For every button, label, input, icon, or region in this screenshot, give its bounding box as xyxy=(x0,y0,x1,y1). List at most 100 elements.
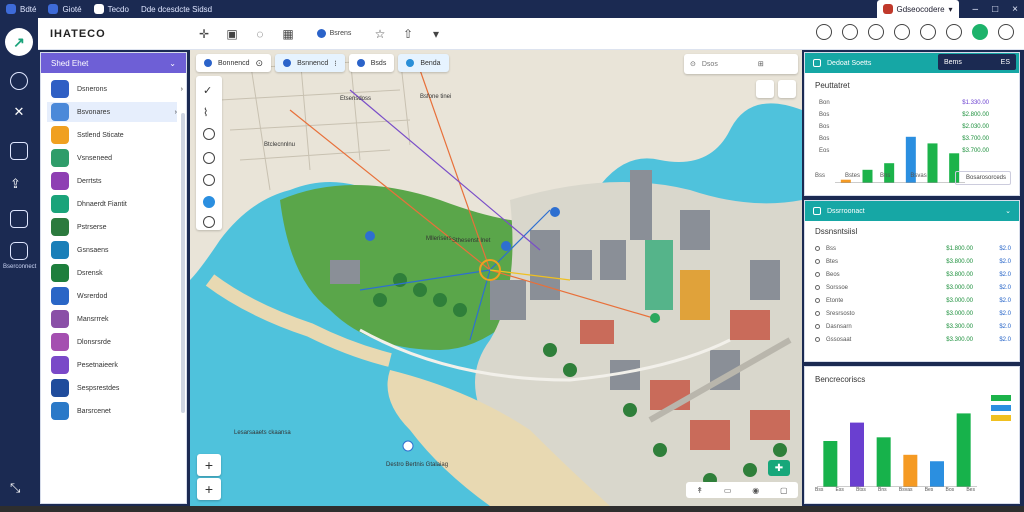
crosshair-icon[interactable]: ✛ xyxy=(195,25,213,43)
sidebar-item[interactable]: Sstlend Sticate› xyxy=(51,125,183,145)
document-icon[interactable] xyxy=(10,142,28,160)
account-icon[interactable] xyxy=(998,24,1014,40)
detail-key: Gssosaat xyxy=(826,336,852,343)
route-icon[interactable]: ⇪ xyxy=(10,176,28,194)
os-tab-2[interactable]: Gioté xyxy=(42,0,87,18)
map-label: Destro Bertnis Gtalaiag xyxy=(386,462,448,468)
sidebar-header[interactable]: Shed Ehet ⌄ xyxy=(41,53,186,73)
stat-key: Bon xyxy=(819,99,830,106)
ruler-icon[interactable]: ⌇ xyxy=(203,106,215,119)
search-input[interactable] xyxy=(701,60,752,68)
sidebar-item[interactable]: Dsnerons › xyxy=(51,79,183,99)
map-label: Lesarsaaets ckaansa xyxy=(234,430,291,436)
sidebar-item[interactable]: Mansrrrek xyxy=(51,309,183,329)
pan-icon[interactable] xyxy=(203,128,215,140)
sidebar-item[interactable]: Vsnseneed› xyxy=(51,148,183,168)
sidebar-item[interactable]: Dlonsrsrde xyxy=(51,332,183,352)
legend-dropdown[interactable]: Bosarosorceds xyxy=(955,171,1011,185)
map-search[interactable]: ⊙ ⊞ xyxy=(684,54,798,74)
os-tab-label: Tecdo xyxy=(107,4,129,14)
grid-icon[interactable] xyxy=(10,210,28,228)
expand-icon[interactable]: ⤡ xyxy=(10,480,28,498)
refresh-icon[interactable]: ⊙ xyxy=(256,58,264,69)
app-icon xyxy=(882,4,893,14)
map-canvas[interactable]: Etsensdoss Bsfone tinei Btclecnnlnu Mlle… xyxy=(190,50,802,506)
layers-button[interactable] xyxy=(756,80,774,98)
details-panel-header[interactable]: Dssrroonact ⌄ xyxy=(805,201,1019,221)
square-icon[interactable] xyxy=(10,242,28,260)
city-map[interactable]: Etsensdoss Bsfone tinei Btclecnnlnu Mlle… xyxy=(190,50,802,506)
map-tab-3[interactable]: Bsds xyxy=(348,54,395,72)
share-icon[interactable]: ⇧ xyxy=(399,25,417,43)
minimize-button[interactable]: – xyxy=(973,4,979,15)
os-tab-4[interactable]: Dde dcesdcte Sidsd xyxy=(135,0,218,18)
zoom-in-button[interactable]: + xyxy=(197,454,221,476)
compass-icon[interactable] xyxy=(894,24,910,40)
target-icon[interactable]: ◉ xyxy=(752,486,759,495)
chevron-down-icon: ⌄ xyxy=(169,58,176,68)
panel-icon xyxy=(813,207,821,215)
os-tab-1[interactable]: Bdté xyxy=(0,0,42,18)
settings-icon[interactable] xyxy=(842,24,858,40)
add-marker-button[interactable]: ✚ xyxy=(768,460,790,476)
maximize-button[interactable]: □ xyxy=(992,4,998,15)
stat-value: $1.330.00 xyxy=(962,99,989,106)
user-icon[interactable] xyxy=(920,24,936,40)
sidebar-item[interactable]: Barsrcenet xyxy=(51,401,183,421)
sidebar-item[interactable]: Derrtsts› xyxy=(51,171,183,191)
sidebar-item[interactable]: Sespsrestdes xyxy=(51,378,183,398)
axis-label: Bns xyxy=(880,173,891,179)
globe-icon[interactable] xyxy=(10,72,28,90)
chip-icon xyxy=(316,29,326,38)
tools-icon[interactable]: ✕ xyxy=(10,104,28,122)
bullet-icon xyxy=(815,324,820,329)
layer-icon xyxy=(51,264,69,282)
location-icon[interactable] xyxy=(203,174,215,186)
active-window-tab[interactable]: Gdseocodere ▾ xyxy=(876,0,959,18)
sidebar-item[interactable]: Bsvonares › xyxy=(47,102,177,122)
bullet-icon xyxy=(815,246,820,251)
layers-icon[interactable]: ▣ xyxy=(223,25,241,43)
sidebar-item[interactable]: Gsnsaens xyxy=(51,240,183,260)
more-icon[interactable]: ▾ xyxy=(427,25,445,43)
sidebar-item[interactable]: Dsrensk xyxy=(51,263,183,283)
tag-icon[interactable]: ◌ xyxy=(251,25,269,43)
check-icon[interactable]: ✓ xyxy=(203,84,215,97)
sidebar-item[interactable]: Wsrerdod xyxy=(51,286,183,306)
chart-bar xyxy=(956,413,971,487)
sidebar-item[interactable]: Dhnaerdt Fiantit xyxy=(51,194,183,214)
dark-tab-label: Bems xyxy=(944,58,962,66)
view-icon[interactable]: ▢ xyxy=(780,486,788,495)
dark-tab-badge: ES xyxy=(1000,58,1010,66)
detail-value: $3.000.00 xyxy=(946,310,973,317)
axis-label: Bos xyxy=(945,487,955,493)
filter-icon[interactable]: ⊞ xyxy=(758,60,764,68)
close-button[interactable]: × xyxy=(1012,4,1018,15)
map-tab-1[interactable]: Bonnencd ⊙ xyxy=(196,54,272,72)
nav-rail: ↗ ✕ ⇪ Bserconnect ⤡ xyxy=(0,18,38,512)
layer-toggle-icon[interactable] xyxy=(203,196,215,208)
zoom-out-button[interactable]: + xyxy=(197,478,221,500)
chart-bar xyxy=(876,437,891,487)
camera-icon[interactable]: ▭ xyxy=(724,486,732,495)
help-icon[interactable] xyxy=(816,24,832,40)
map-icon[interactable]: ▦ xyxy=(279,25,297,43)
sync-icon[interactable] xyxy=(868,24,884,40)
tab-menu-icon[interactable]: ⁝ xyxy=(334,59,337,68)
north-icon[interactable]: ↟ xyxy=(696,486,703,495)
map-tab-2[interactable]: Bsnnencd ⁝ xyxy=(275,54,345,72)
os-tab-3[interactable]: Tecdo xyxy=(88,0,135,18)
panel-dark-tab[interactable]: Bems ES xyxy=(938,54,1016,70)
clock-icon[interactable] xyxy=(946,24,962,40)
fullscreen-button[interactable] xyxy=(778,80,796,98)
toolbar-chip[interactable]: Bsrens xyxy=(307,25,361,43)
sidebar-item[interactable]: Pesetnaieerk xyxy=(51,355,183,375)
star-icon[interactable]: ☆ xyxy=(371,25,389,43)
map-tab-4[interactable]: Benda xyxy=(398,54,449,72)
sidebar-item[interactable]: Pstrserse xyxy=(51,217,183,237)
measure-icon[interactable] xyxy=(203,152,215,164)
app-logo-icon[interactable]: ↗ xyxy=(5,28,33,56)
sidebar-scrollbar[interactable] xyxy=(181,113,185,413)
status-icon[interactable] xyxy=(972,24,988,40)
info-icon[interactable] xyxy=(203,216,215,228)
